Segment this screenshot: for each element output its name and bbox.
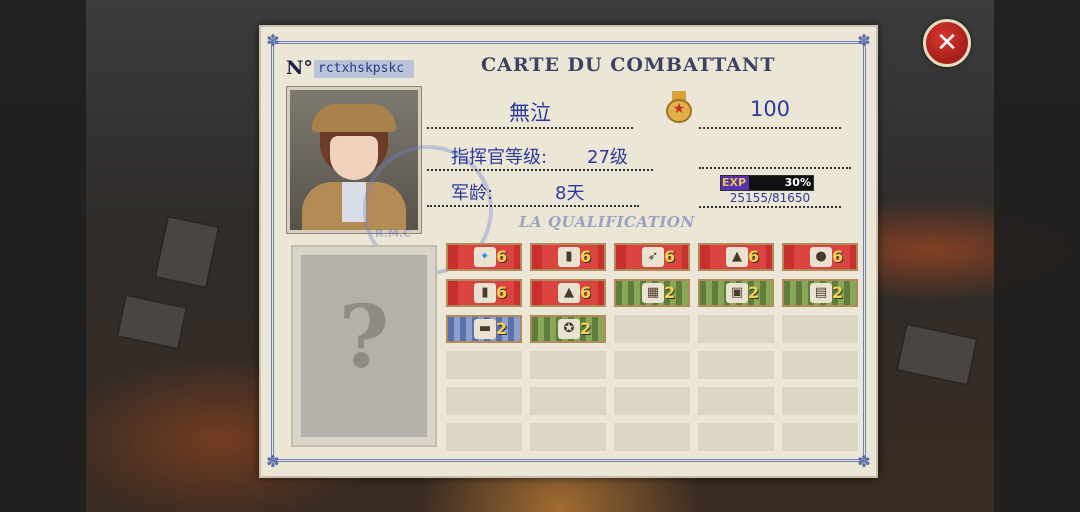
map-icon: ▦ — [642, 283, 664, 303]
qualification-count: 2 — [832, 283, 844, 302]
name-row: 無泣 — [427, 95, 633, 129]
corner-ornament-icon: ✽ — [266, 452, 280, 471]
badge-icon: ✪ — [558, 319, 580, 339]
empty-qualification-slot — [446, 351, 522, 379]
medal-icon: ★ — [666, 91, 692, 123]
close-button[interactable]: ✕ — [923, 19, 971, 67]
service-age-label: 军龄: — [451, 183, 494, 204]
bullet-icon: 🔹 — [474, 247, 496, 267]
document-icon: ▤ — [810, 283, 832, 303]
empty-qualification-slot — [698, 423, 774, 451]
divider — [699, 167, 851, 169]
empty-qualification-slot — [446, 387, 522, 415]
shell-2-icon: ▮ — [474, 283, 496, 303]
shell-icon: ▮ — [558, 247, 580, 267]
empty-qualification-slot — [782, 387, 858, 415]
qualification-badge[interactable]: ▮ 6 — [446, 279, 522, 307]
score-row: 100 — [699, 95, 841, 129]
cannon-shell-icon: ▲ — [726, 247, 748, 267]
number-label: N° — [286, 57, 313, 79]
empty-qualification-slot — [782, 423, 858, 451]
left-dark-panel — [0, 0, 86, 512]
empty-qualification-slot — [698, 387, 774, 415]
tank-icon: ▬ — [474, 319, 496, 339]
service-age-value: 8天 — [555, 183, 585, 204]
empty-qualification-slot — [782, 351, 858, 379]
empty-qualification-slot — [782, 315, 858, 343]
rocket-icon: ➶ — [642, 247, 664, 267]
player-id-field: rctxhskpskc — [314, 60, 414, 78]
qualification-badge[interactable]: ▦ 2 — [614, 279, 690, 307]
qualification-title: LA QUALIFICATION — [519, 213, 695, 231]
qualification-badge[interactable]: ▲ 6 — [698, 243, 774, 271]
bomb-icon: ● — [810, 247, 832, 267]
corner-ornament-icon: ✽ — [857, 452, 871, 471]
rank-row: 指挥官等级: 27级 — [427, 143, 653, 171]
blueprint-icon: ▣ — [726, 283, 748, 303]
empty-qualification-slot — [614, 351, 690, 379]
qualification-count: 6 — [664, 247, 676, 266]
qualification-count: 2 — [664, 283, 676, 302]
qualification-count: 2 — [580, 319, 592, 338]
shell-3-icon: ▲ — [558, 283, 580, 303]
qualification-count: 6 — [496, 283, 508, 302]
empty-qualification-slot — [446, 423, 522, 451]
empty-qualification-slot — [698, 351, 774, 379]
service-age-row: 军龄: 8天 — [427, 177, 639, 207]
qualification-badge[interactable]: ▬ 2 — [446, 315, 522, 343]
rank-label: 指挥官等级: — [451, 147, 548, 168]
right-dark-panel — [994, 0, 1080, 512]
empty-qualification-slot — [614, 387, 690, 415]
qualification-count: 6 — [580, 283, 592, 302]
qualification-badge[interactable]: ▤ 2 — [782, 279, 858, 307]
qualification-count: 6 — [748, 247, 760, 266]
combatant-card: ✽ ✽ ✽ ✽ N° rctxhskpskc CARTE DU COMBATTA… — [259, 25, 878, 478]
exp-label: EXP — [722, 176, 747, 189]
medal-score: 100 — [749, 97, 791, 121]
exp-numbers: 25155/81650 — [699, 190, 841, 208]
exp-percent: 30% — [784, 176, 811, 189]
stamp-text: R.M.C — [375, 227, 412, 240]
qualification-badge[interactable]: ● 6 — [782, 243, 858, 271]
rank-value: 27级 — [587, 147, 628, 168]
qualification-badge[interactable]: 🔹 6 — [446, 243, 522, 271]
qualification-count: 6 — [832, 247, 844, 266]
qualification-badge[interactable]: ✪ 2 — [530, 315, 606, 343]
corner-ornament-icon: ✽ — [266, 31, 280, 50]
empty-qualification-slot — [614, 315, 690, 343]
qualification-count: 6 — [496, 247, 508, 266]
qualification-count: 2 — [496, 319, 508, 338]
card-title: CARTE DU COMBATTANT — [481, 54, 776, 76]
qualification-count: 6 — [580, 247, 592, 266]
player-name: 無泣 — [509, 101, 551, 125]
exp-progress-bar: EXP 30% — [720, 175, 814, 191]
empty-qualification-slot — [614, 423, 690, 451]
empty-qualification-slot — [530, 387, 606, 415]
empty-qualification-slot — [530, 423, 606, 451]
qualification-count: 2 — [748, 283, 760, 302]
qualification-badge[interactable]: ▲ 6 — [530, 279, 606, 307]
corner-ornament-icon: ✽ — [857, 31, 871, 50]
qualification-badge[interactable]: ▮ 6 — [530, 243, 606, 271]
empty-slot-card[interactable]: ? — [291, 245, 437, 447]
question-mark-icon: ? — [338, 287, 390, 388]
empty-qualification-slot — [530, 351, 606, 379]
qualification-badge[interactable]: ▣ 2 — [698, 279, 774, 307]
qualification-badge[interactable]: ➶ 6 — [614, 243, 690, 271]
empty-qualification-slot — [698, 315, 774, 343]
